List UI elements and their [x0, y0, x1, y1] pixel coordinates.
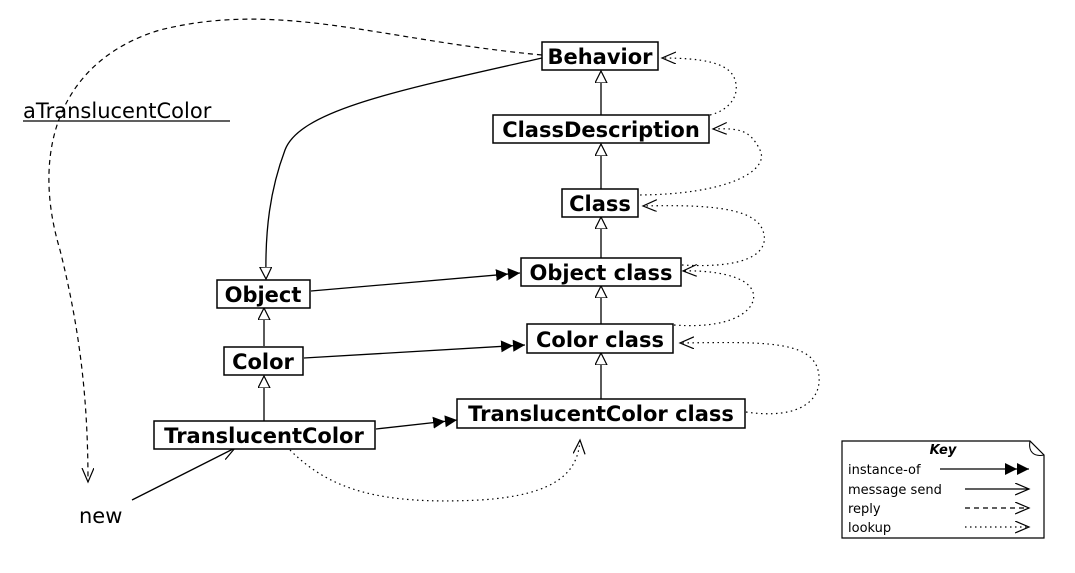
- node-color: Color: [223, 346, 304, 376]
- metaclass-diagram: Behavior ClassDescription Class Object c…: [23, 18, 1045, 539]
- edge-behavior-object: [266, 57, 543, 278]
- edge-translucentcolor-translucentcolorclass: [375, 415, 458, 430]
- message-label: new: [79, 504, 122, 528]
- key-title: Key: [930, 443, 957, 458]
- node-classdescription-label: ClassDescription: [502, 118, 700, 142]
- node-objectclass-label: Object class: [530, 261, 673, 285]
- node-behavior-label: Behavior: [547, 45, 653, 69]
- node-translucentcolorclass-label: TranslucentColor class: [468, 402, 734, 426]
- node-class: Class: [561, 188, 639, 218]
- node-translucentcolorclass: TranslucentColor class: [456, 398, 746, 429]
- node-objectclass: Object class: [520, 257, 682, 287]
- node-translucentcolor-label: TranslucentColor: [164, 424, 364, 448]
- key-item-message-send: message send: [848, 483, 942, 498]
- instance-label: aTranslucentColor: [23, 99, 212, 123]
- edge-object-objectclass: [310, 268, 521, 292]
- node-colorclass-label: Color class: [536, 328, 664, 352]
- key-item-instance-of: instance-of: [848, 463, 921, 478]
- key-item-lookup: lookup: [848, 521, 891, 536]
- edge-color-colorclass: [303, 339, 526, 359]
- subclass-edges: [264, 57, 601, 421]
- key-item-reply: reply: [848, 502, 881, 517]
- lookup-objectclass-class: [643, 206, 766, 267]
- edge-new-translucentcolor: [131, 448, 235, 501]
- node-classdescription: ClassDescription: [492, 114, 710, 144]
- node-color-label: Color: [232, 350, 294, 374]
- node-colorclass: Color class: [526, 323, 674, 354]
- key-legend: Key instance-of message send reply looku…: [841, 440, 1045, 539]
- node-object: Object: [216, 279, 311, 309]
- node-translucentcolor: TranslucentColor: [153, 420, 376, 450]
- lookup-colorclass-objectclass: [673, 271, 755, 327]
- lookup-classdescription-behavior: [662, 58, 737, 116]
- node-class-label: Class: [569, 192, 631, 216]
- node-behavior: Behavior: [541, 41, 659, 71]
- node-object-label: Object: [225, 283, 302, 307]
